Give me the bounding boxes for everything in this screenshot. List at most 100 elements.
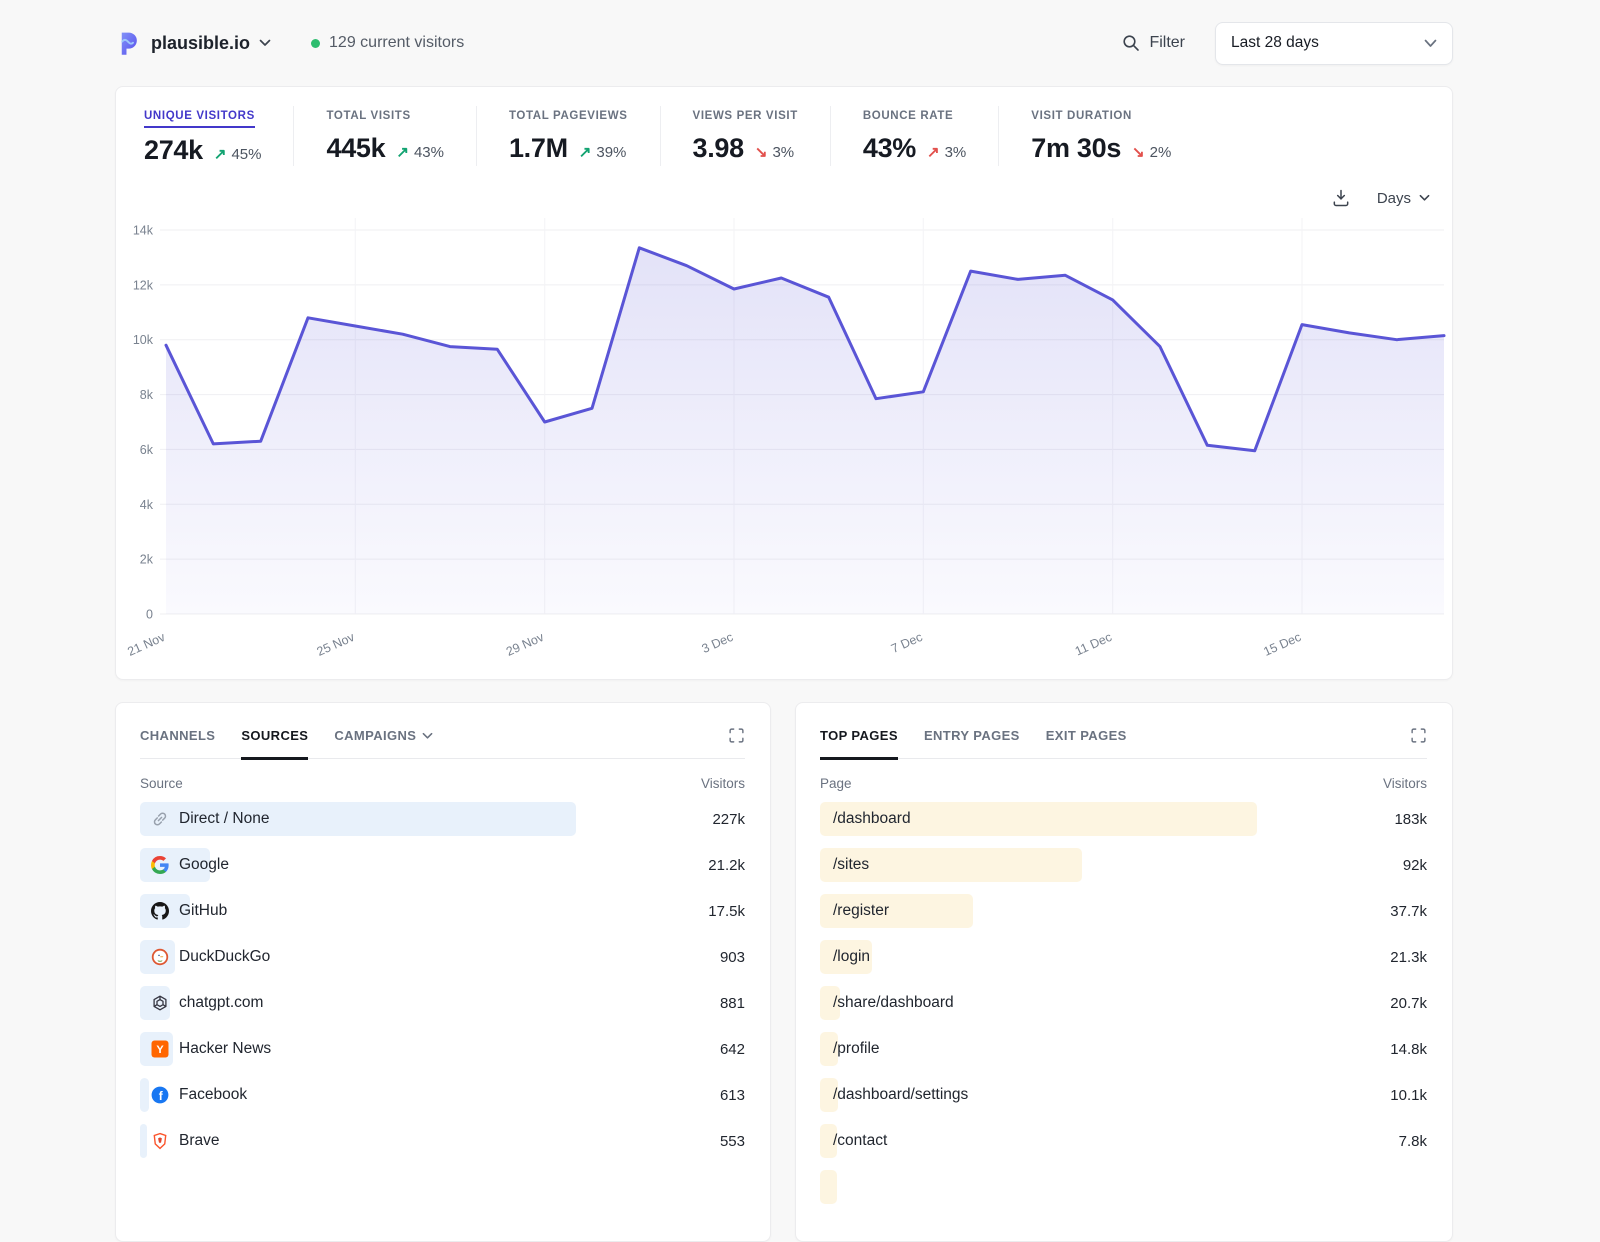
table-row-hacker-news[interactable]: Y Hacker News 642 <box>140 1032 745 1066</box>
trend-up-icon: ↗ <box>927 143 940 161</box>
stat-visit-duration[interactable]: VISIT DURATION 7m 30s ↘ 2% <box>998 106 1203 166</box>
stat-label: VISIT DURATION <box>1031 110 1132 126</box>
y-axis-tick: 2k <box>140 553 154 567</box>
tab-label: SOURCES <box>241 728 308 743</box>
visitors-chart-area[interactable]: 02k4k6k8k10k12k14k21 Nov25 Nov29 Nov3 De… <box>116 208 1452 676</box>
stat-unique-visitors[interactable]: UNIQUE VISITORS 274k ↗ 45% <box>144 106 293 166</box>
row-value: 21.3k <box>1390 949 1427 966</box>
site-switcher[interactable]: plausible.io <box>115 30 271 57</box>
row-label: /contact <box>833 1132 887 1150</box>
stat-value: 274k <box>144 135 203 166</box>
y-axis-tick: 14k <box>133 224 154 238</box>
stat-total-visits[interactable]: TOTAL VISITS 445k ↗ 43% <box>293 106 475 166</box>
github-icon <box>151 902 169 920</box>
svg-text:Y: Y <box>156 1044 164 1056</box>
row-label: /register <box>833 902 889 920</box>
table-row-duckduckgo[interactable]: DuckDuckGo 903 <box>140 940 745 974</box>
interval-dropdown[interactable]: Days <box>1377 190 1430 207</box>
sources-list: Direct / None 227k Google 21.2k GitHub 1… <box>140 802 745 1158</box>
tab-top-pages[interactable]: TOP PAGES <box>820 728 898 760</box>
table-row-chatgpt-com[interactable]: chatgpt.com 881 <box>140 986 745 1020</box>
tab-channels[interactable]: CHANNELS <box>140 728 215 760</box>
table-row-dashboard[interactable]: /dashboard 183k <box>820 802 1427 836</box>
row-value: 14.8k <box>1390 1041 1427 1058</box>
current-visitors[interactable]: 129 current visitors <box>311 34 464 52</box>
row-label: /login <box>833 948 870 966</box>
table-row-login[interactable]: /login 21.3k <box>820 940 1427 974</box>
table-row-partial <box>820 1170 1427 1204</box>
table-row-profile[interactable]: /profile 14.8k <box>820 1032 1427 1066</box>
tab-exit-pages[interactable]: EXIT PAGES <box>1046 728 1127 760</box>
sources-tabs: CHANNELS SOURCES CAMPAIGNS <box>140 728 433 758</box>
stat-label: TOTAL PAGEVIEWS <box>509 110 628 126</box>
table-row-contact[interactable]: /contact 7.8k <box>820 1124 1427 1158</box>
row-label: Brave <box>179 1132 220 1150</box>
row-label: Facebook <box>179 1086 247 1104</box>
table-row-register[interactable]: /register 37.7k <box>820 894 1427 928</box>
trend-up-icon: ↗ <box>579 143 592 161</box>
tab-sources[interactable]: SOURCES <box>241 728 308 760</box>
date-range-select[interactable]: Last 28 days <box>1215 22 1453 65</box>
sources-panel: CHANNELS SOURCES CAMPAIGNS Source Visito… <box>115 702 771 1242</box>
visitors-line-chart[interactable]: 02k4k6k8k10k12k14k21 Nov25 Nov29 Nov3 De… <box>116 214 1452 676</box>
stat-change: 39% <box>596 144 626 161</box>
row-value: 21.2k <box>708 857 745 874</box>
tab-label: CAMPAIGNS <box>334 728 416 743</box>
openai-icon <box>151 994 169 1012</box>
table-row-facebook[interactable]: f Facebook 613 <box>140 1078 745 1112</box>
table-row-github[interactable]: GitHub 17.5k <box>140 894 745 928</box>
table-row-direct-none[interactable]: Direct / None 227k <box>140 802 745 836</box>
table-row-sites[interactable]: /sites 92k <box>820 848 1427 882</box>
row-label: /dashboard <box>833 810 911 828</box>
tab-entry-pages[interactable]: ENTRY PAGES <box>924 728 1020 760</box>
row-label: chatgpt.com <box>179 994 263 1012</box>
stat-total-pageviews[interactable]: TOTAL PAGEVIEWS 1.7M ↗ 39% <box>476 106 660 166</box>
dashboard-page: plausible.io 129 current visitors Filter… <box>115 0 1453 1242</box>
expand-icon[interactable] <box>1410 727 1427 749</box>
google-icon <box>151 856 169 874</box>
trend-up-icon: ↗ <box>214 145 227 163</box>
table-row-share-dashboard[interactable]: /share/dashboard 20.7k <box>820 986 1427 1020</box>
stat-change: 43% <box>414 144 444 161</box>
stat-value: 445k <box>326 133 385 164</box>
chart-controls: Days <box>116 166 1452 208</box>
y-axis-tick: 8k <box>140 388 154 402</box>
expand-icon[interactable] <box>728 727 745 749</box>
column-header-visitors: Visitors <box>1383 776 1427 791</box>
tab-campaigns[interactable]: CAMPAIGNS <box>334 728 433 760</box>
tab-label: CHANNELS <box>140 728 215 743</box>
chevron-down-icon <box>1424 39 1437 48</box>
download-icon[interactable] <box>1331 188 1351 208</box>
stat-label: UNIQUE VISITORS <box>144 110 255 128</box>
row-value: 37.7k <box>1390 903 1427 920</box>
top-header: plausible.io 129 current visitors Filter… <box>115 0 1453 86</box>
filter-button[interactable]: Filter <box>1122 34 1185 52</box>
y-axis-tick: 4k <box>140 498 154 512</box>
stat-bounce-rate[interactable]: BOUNCE RATE 43% ↗ 3% <box>830 106 998 166</box>
row-value: 227k <box>712 811 745 828</box>
stat-value: 43% <box>863 133 916 164</box>
row-value: 20.7k <box>1390 995 1427 1012</box>
table-row-dashboard-settings[interactable]: /dashboard/settings 10.1k <box>820 1078 1427 1112</box>
table-row-brave[interactable]: Brave 553 <box>140 1124 745 1158</box>
stat-views-per-visit[interactable]: VIEWS PER VISIT 3.98 ↘ 3% <box>660 106 830 166</box>
column-header-page: Page <box>820 776 852 791</box>
row-label: /share/dashboard <box>833 994 954 1012</box>
live-dot-icon <box>311 39 320 48</box>
tab-label: TOP PAGES <box>820 728 898 743</box>
area-fill <box>166 248 1444 614</box>
brave-icon <box>151 1132 169 1150</box>
row-label: Google <box>179 856 229 874</box>
y-axis-tick: 6k <box>140 443 154 457</box>
row-value: 7.8k <box>1399 1133 1427 1150</box>
stat-value: 3.98 <box>693 133 744 164</box>
row-value: 613 <box>720 1087 745 1104</box>
column-header-visitors: Visitors <box>701 776 745 791</box>
pages-list: /dashboard 183k /sites 92k /register 37.… <box>820 802 1427 1204</box>
tab-label: ENTRY PAGES <box>924 728 1020 743</box>
row-label: Hacker News <box>179 1040 271 1058</box>
table-row-google[interactable]: Google 21.2k <box>140 848 745 882</box>
y-axis-tick: 10k <box>133 333 154 347</box>
search-icon <box>1122 34 1140 52</box>
x-axis-tick: 15 Dec <box>1261 630 1303 659</box>
